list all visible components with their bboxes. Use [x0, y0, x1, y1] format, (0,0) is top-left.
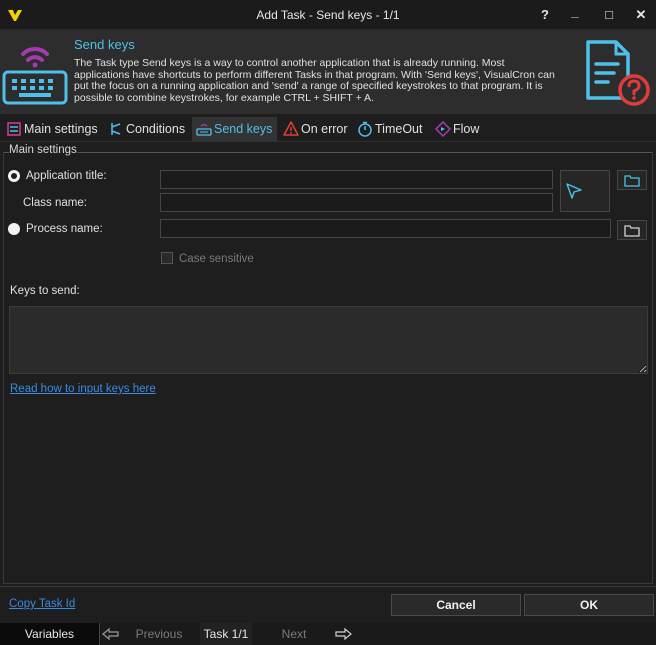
help-input-keys-link[interactable]: Read how to input keys here — [10, 383, 156, 395]
application-title-field[interactable] — [160, 170, 553, 189]
application-title-radio[interactable] — [8, 170, 20, 182]
task-header: Send keys The Task type Send keys is a w… — [0, 30, 656, 114]
arrow-right-icon[interactable] — [334, 627, 352, 641]
tab-label: Flow — [453, 122, 480, 136]
maximize-button[interactable]: □ — [595, 4, 623, 26]
class-name-field[interactable] — [160, 193, 553, 212]
application-title-label: Application title: — [26, 170, 107, 182]
folder-icon — [624, 225, 640, 237]
task-navigation-bar: Variables Previous Task 1/1 Next — [0, 623, 656, 645]
minimize-button[interactable]: _ — [561, 1, 589, 23]
document-help-icon — [586, 40, 650, 106]
window-picker-button[interactable] — [560, 170, 610, 212]
tab-bar: Main settings Conditions Send keys On er… — [0, 117, 656, 141]
dialog-footer: Copy Task Id Cancel OK — [0, 586, 656, 622]
task-counter: Task 1/1 — [200, 623, 252, 645]
header-title: Send keys — [74, 37, 135, 52]
group-label: Main settings — [9, 144, 77, 156]
copy-task-id-link[interactable]: Copy Task Id — [9, 598, 75, 610]
folder-icon — [624, 175, 640, 187]
close-button[interactable]: ✕ — [627, 4, 655, 26]
keys-to-send-input[interactable] — [9, 306, 648, 374]
case-sensitive-label: Case sensitive — [179, 253, 254, 265]
settings-icon — [7, 122, 21, 136]
flow-icon — [435, 121, 451, 137]
cancel-button[interactable]: Cancel — [391, 594, 521, 616]
tab-label: On error — [301, 122, 348, 136]
header-description: The Task type Send keys is a way to cont… — [74, 57, 555, 104]
warning-icon — [283, 121, 299, 136]
ok-button[interactable]: OK — [524, 594, 654, 616]
help-button[interactable]: ? — [531, 4, 559, 26]
browse-application-button[interactable] — [617, 170, 647, 190]
tab-timeout[interactable]: TimeOut — [353, 117, 429, 141]
next-button[interactable]: Next — [262, 623, 326, 645]
title-bar: Add Task - Send keys - 1/1 ? _ □ ✕ — [0, 0, 656, 30]
keyboard-icon — [196, 124, 212, 136]
tab-main-settings[interactable]: Main settings — [2, 117, 102, 141]
tab-label: Conditions — [126, 122, 186, 136]
tab-label: TimeOut — [375, 122, 423, 136]
arrow-left-icon[interactable] — [102, 627, 120, 641]
variables-button[interactable]: Variables — [0, 623, 100, 645]
tab-conditions[interactable]: Conditions — [104, 117, 192, 141]
browse-process-button[interactable] — [617, 220, 647, 240]
class-name-label: Class name: — [23, 197, 87, 209]
conditions-icon — [111, 123, 121, 135]
cursor-pointer-icon — [566, 183, 582, 199]
keys-to-send-label: Keys to send: — [10, 285, 80, 297]
tab-on-error[interactable]: On error — [279, 117, 351, 141]
tab-label: Send keys — [214, 122, 273, 136]
process-name-label: Process name: — [26, 223, 103, 235]
tab-label: Main settings — [24, 122, 98, 136]
keyboard-wireless-icon — [2, 47, 68, 105]
case-sensitive-checkbox[interactable] — [161, 252, 173, 264]
tab-flow[interactable]: Flow — [431, 117, 486, 141]
process-name-field[interactable] — [160, 219, 611, 238]
process-name-radio[interactable] — [8, 223, 20, 235]
tab-send-keys[interactable]: Send keys — [192, 117, 277, 141]
previous-button[interactable]: Previous — [120, 623, 198, 645]
stopwatch-icon — [358, 121, 372, 137]
